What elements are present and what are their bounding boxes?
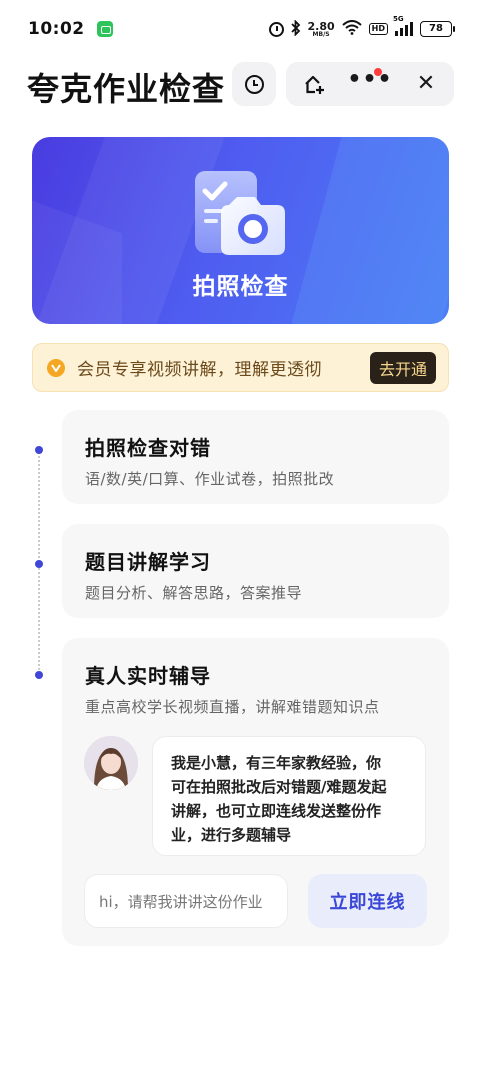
add-to-home-button[interactable] [286,62,342,106]
feature-desc: 重点高校学长视频直播，讲解难错题知识点 [85,698,380,716]
connect-now-button[interactable]: 立即连线 [308,874,427,928]
feature-card-explanation[interactable]: 题目讲解学习 题目分析、解答思路，答案推导 [62,524,449,618]
feature-card-photo-check[interactable]: 拍照检查对错 语/数/英/口算、作业试卷，拍照批改 [62,410,449,504]
notification-app-icon [96,21,113,37]
alarm-icon [268,21,284,37]
ask-question-input[interactable]: hi，请帮我讲讲这份作业 [84,874,288,928]
network-speed-value: 2.80 [307,19,335,33]
header: 夸克作业检查 ••• ✕ [0,60,480,108]
signal-type-label: 5G [393,15,404,23]
camera-check-icon [195,169,287,261]
mini-program-capsule: ••• ✕ [286,62,454,106]
page-title: 夸克作业检查 [27,70,226,108]
feature-desc: 题目分析、解答思路，答案推导 [85,584,303,602]
feature-title: 题目讲解学习 [85,550,211,574]
vip-promo-strip[interactable]: 会员专享视频讲解，理解更透彻 去开通 [32,343,449,392]
home-add-icon [304,75,324,94]
battery-level: 78 [429,23,443,34]
tutor-avatar [84,736,138,790]
cellular-signal-icon: 5G [393,16,413,36]
network-speed-unit: MB/S [312,30,330,38]
tutor-message-line: 业，进行多题辅导 [171,826,292,844]
battery-icon: 78 [420,21,455,37]
notification-dot [374,68,382,76]
more-button[interactable]: ••• [342,62,398,106]
close-icon: ✕ [416,71,436,96]
tutor-message-bubble: 我是小慧，有三年家教经验，你 可在拍照批改后对错题/难题发起 讲解，也可立即连线… [152,736,426,856]
timeline-dot [35,671,43,679]
feature-title: 拍照检查对错 [85,436,211,460]
feature-desc: 语/数/英/口算、作业试卷，拍照批改 [85,470,335,488]
tutor-message-line: 我是小慧，有三年家教经验，你 [171,754,382,772]
history-button[interactable] [232,62,276,106]
banner-label: 拍照检查 [192,274,289,300]
clock-icon [244,74,264,94]
timeline-dot [35,560,43,568]
tutor-message-line: 讲解，也可立即连线发送整份作 [171,802,382,820]
photo-check-banner[interactable]: 拍照检查 [32,137,449,324]
network-speed: 2.80 MB/S [308,21,335,38]
wifi-icon [341,20,362,38]
feature-title: 真人实时辅导 [85,664,211,688]
hd-icon: HD [368,23,388,35]
more-icon: ••• [347,67,393,92]
vip-activate-button[interactable]: 去开通 [369,351,436,384]
status-time: 10:02 [28,19,85,39]
close-button[interactable]: ✕ [398,62,454,106]
timeline-dot [35,446,43,454]
status-icons: 2.80 MB/S HD 5G 78 [268,16,455,39]
bluetooth-icon [290,18,301,39]
vip-promo-text: 会员专享视频讲解，理解更透彻 [77,360,322,380]
feature-card-live-tutoring: 真人实时辅导 重点高校学长视频直播，讲解难错题知识点 我是小慧，有三年家教经验，… [62,638,449,946]
status-bar: 10:02 2.80 MB/S HD 5G 78 [0,0,480,58]
vip-badge-icon [47,358,65,377]
tutor-message-line: 可在拍照批改后对错题/难题发起 [171,778,387,796]
